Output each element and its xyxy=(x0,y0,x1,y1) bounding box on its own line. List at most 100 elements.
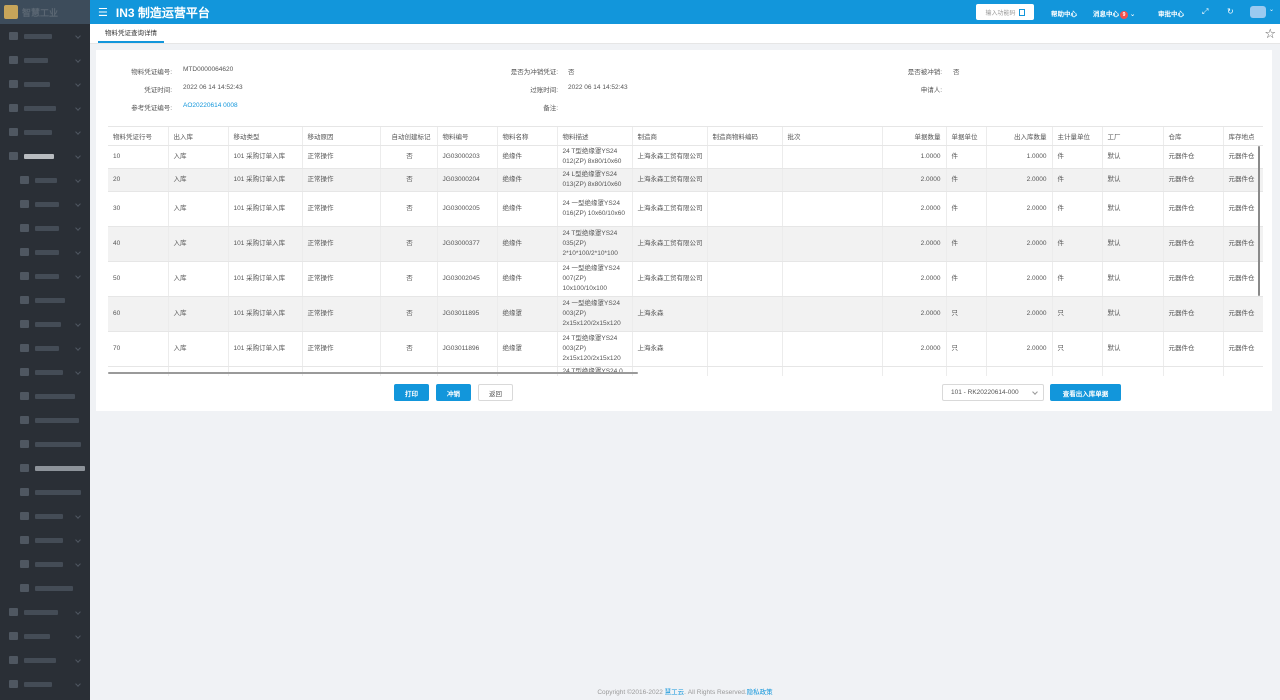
sidebar-item-label xyxy=(24,153,54,159)
app-title: IN3 制造运营平台 xyxy=(115,5,210,20)
table-cell xyxy=(1102,366,1164,376)
table-cell: 元器件仓 xyxy=(1163,191,1224,227)
sidebar-item[interactable] xyxy=(0,600,90,624)
sidebar-item[interactable] xyxy=(0,336,90,360)
privacy-policy-link[interactable]: 隐私政策 xyxy=(747,689,773,696)
sidebar-item-label xyxy=(24,657,56,663)
doc-select[interactable]: 101 - RK20220614-000 xyxy=(942,384,1044,401)
function-code-search[interactable]: 输入功能码 xyxy=(976,4,1034,20)
help-center-link[interactable]: 帮助中心 xyxy=(1051,8,1077,18)
table-cell: 默认 xyxy=(1102,331,1164,367)
table-cell: 上海永森工贸有限公司 xyxy=(632,168,708,192)
sidebar-item[interactable] xyxy=(0,408,90,432)
voucher-no-label: 物料凭证编号: xyxy=(131,69,172,76)
company-link[interactable]: 慧工云 xyxy=(665,689,685,696)
avatar-chevron-icon[interactable]: ⌄ xyxy=(1269,6,1274,13)
column-header: 物料名称 xyxy=(497,127,558,146)
sidebar-item[interactable] xyxy=(0,576,90,600)
table-cell xyxy=(707,366,783,376)
sidebar-item-label xyxy=(35,585,73,591)
sidebar-item[interactable] xyxy=(0,48,90,72)
column-header: 单据单位 xyxy=(946,127,987,146)
sidebar-item[interactable] xyxy=(0,264,90,288)
sidebar-item[interactable] xyxy=(0,648,90,672)
menu-icon xyxy=(9,680,18,688)
sidebar-item[interactable] xyxy=(0,672,90,696)
chevron-down-icon xyxy=(75,321,81,327)
avatar[interactable] xyxy=(1250,6,1266,18)
sidebar-item[interactable] xyxy=(0,360,90,384)
table-row[interactable]: 40 入库 101 采购订单入库 正常操作否 JG03000377 绝缘件 24 T型绝缘罩… xyxy=(108,226,1263,262)
table-cell xyxy=(1052,366,1103,376)
sidebar-item[interactable] xyxy=(0,216,90,240)
sidebar-item[interactable] xyxy=(0,240,90,264)
table-row[interactable]: 20 入库 101 采购订单入库 正常操作否 JG03000204 绝缘件 24 L型绝缘罩… xyxy=(108,168,1263,192)
sidebar-item[interactable] xyxy=(0,528,90,552)
sidebar-item-label xyxy=(35,489,81,495)
sidebar-item[interactable] xyxy=(0,504,90,528)
table-row[interactable]: 24 T型绝缘罩YS24 0 xyxy=(108,366,1263,376)
table-cell: 绝缘件 xyxy=(497,168,558,192)
sidebar-item[interactable] xyxy=(0,144,90,168)
sidebar-item[interactable] xyxy=(0,192,90,216)
sidebar-item[interactable] xyxy=(0,552,90,576)
favorite-star-icon[interactable]: ☆ xyxy=(1264,26,1276,42)
sidebar-item[interactable] xyxy=(0,288,90,312)
reverse-button[interactable]: 冲销 xyxy=(436,384,471,401)
top-header: ☰ IN3 制造运营平台 输入功能码 帮助中心 消息中心 9 ⌄ 审批中心 ⤢ ↻… xyxy=(90,0,1280,24)
menu-toggle-icon[interactable]: ☰ xyxy=(98,6,108,19)
table-cell: 元器件仓 xyxy=(1223,168,1263,192)
refresh-icon[interactable]: ↻ xyxy=(1227,7,1234,16)
is-reversal-value: 否 xyxy=(568,69,575,76)
table-cell: 绝缘件 xyxy=(497,261,558,297)
message-center-link[interactable]: 消息中心 9 ⌄ xyxy=(1093,8,1135,19)
tab-material-voucher-detail[interactable]: 物料凭证查询详情 xyxy=(98,27,164,43)
sidebar-item[interactable] xyxy=(0,456,90,480)
sidebar-item-label xyxy=(35,465,85,471)
view-io-docs-button[interactable]: 查看出入库单据 xyxy=(1050,384,1121,401)
table-cell: 24 一型绝缘罩YS24 003(ZP) 2x15x120/2x15x120 xyxy=(557,296,633,332)
menu-icon xyxy=(20,248,29,256)
print-button[interactable]: 打印 xyxy=(394,384,429,401)
menu-icon xyxy=(20,512,29,520)
table-row[interactable]: 70 入库 101 采购订单入库 正常操作否 JG03011896 绝缘罩 24 T型绝缘罩… xyxy=(108,331,1263,367)
table-cell xyxy=(707,191,783,227)
table-cell: 绝缘件 xyxy=(497,145,558,169)
approval-center-link[interactable]: 审批中心 xyxy=(1158,8,1184,18)
table-cell: 否 xyxy=(380,145,438,169)
horizontal-scrollbar[interactable] xyxy=(108,372,638,374)
sidebar-item[interactable] xyxy=(0,24,90,48)
table-cell: 入库 xyxy=(168,296,229,332)
table-row[interactable]: 50 入库 101 采购订单入库 正常操作否 JG03002045 绝缘件 24 一型绝缘罩… xyxy=(108,261,1263,297)
sidebar-item-label xyxy=(24,129,52,135)
table-row[interactable]: 30 入库 101 采购订单入库 正常操作否 JG03000205 绝缘件 24 一型绝缘罩… xyxy=(108,191,1263,227)
back-button[interactable]: 返回 xyxy=(478,384,513,401)
menu-icon xyxy=(20,200,29,208)
fullscreen-icon[interactable]: ⤢ xyxy=(1202,7,1208,17)
brand-text: 智慧工业 xyxy=(22,7,59,18)
sidebar-item[interactable] xyxy=(0,432,90,456)
chevron-down-icon xyxy=(75,633,81,639)
chevron-down-icon xyxy=(75,609,81,615)
ref-voucher-link[interactable]: AO20220614 0008 xyxy=(183,102,238,109)
table-cell: JG03000204 xyxy=(437,168,498,192)
sidebar-item[interactable] xyxy=(0,480,90,504)
table-row[interactable]: 10 入库 101 采购订单入库 正常操作否 JG03000203 绝缘件 24 T型绝缘罩… xyxy=(108,145,1263,169)
table-cell: 入库 xyxy=(168,168,229,192)
sidebar-item[interactable] xyxy=(0,312,90,336)
sidebar-item[interactable] xyxy=(0,624,90,648)
sidebar-item[interactable] xyxy=(0,96,90,120)
table-row[interactable]: 60 入库 101 采购订单入库 正常操作否 JG03011895 绝缘罩 24 一型绝缘罩… xyxy=(108,296,1263,332)
table-cell: 正常操作 xyxy=(302,145,381,169)
sidebar-item[interactable] xyxy=(0,168,90,192)
sidebar-item[interactable] xyxy=(0,120,90,144)
sidebar-item-label xyxy=(35,273,59,279)
table-cell: 正常操作 xyxy=(302,191,381,227)
vertical-scrollbar[interactable] xyxy=(1258,146,1260,296)
sidebar-item[interactable] xyxy=(0,384,90,408)
menu-icon xyxy=(9,56,18,64)
column-header: 批次 xyxy=(782,127,883,146)
table-cell xyxy=(108,366,169,376)
sidebar-item[interactable] xyxy=(0,72,90,96)
voucher-lines-table[interactable]: 物料凭证行号 出入库 移动类型 移动原因 自动创建标记 物料编号 物料名称 物料描述 制造商 制造… xyxy=(108,126,1263,376)
